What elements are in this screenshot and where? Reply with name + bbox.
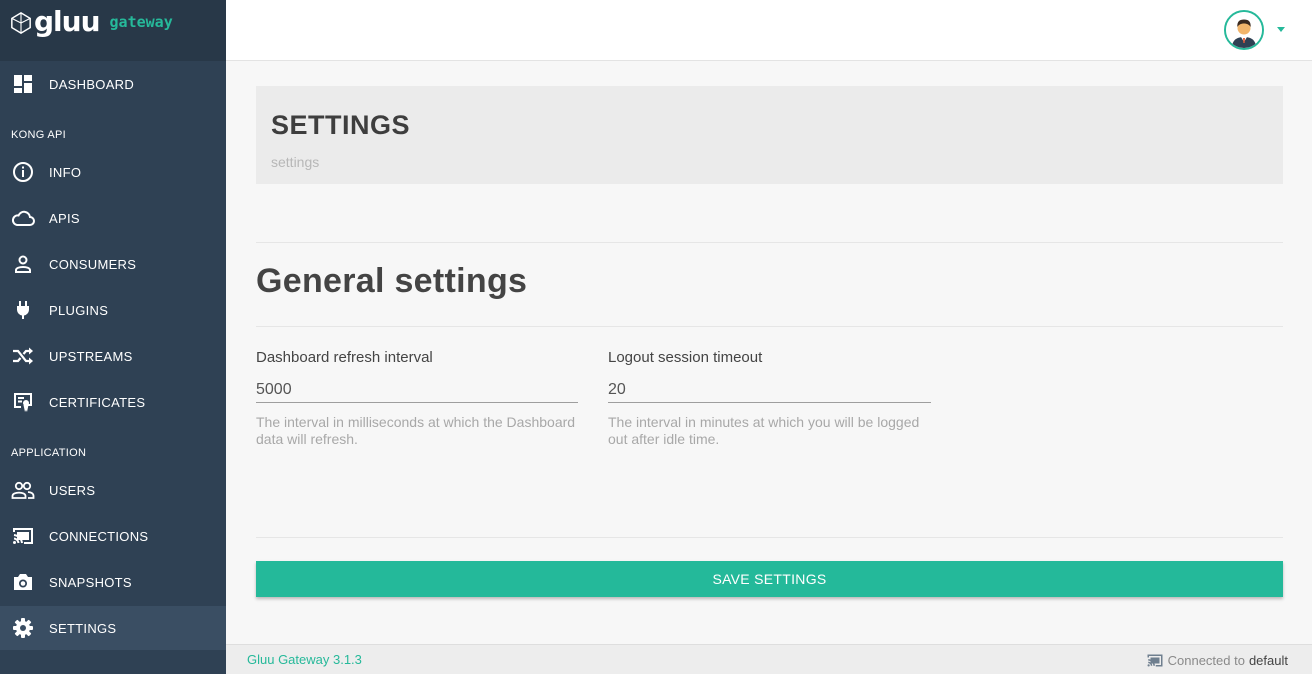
- refresh-interval-input[interactable]: [256, 377, 578, 403]
- shuffle-icon: [11, 344, 35, 368]
- sidebar-item-connections[interactable]: CONNECTIONS: [0, 514, 226, 558]
- refresh-interval-help: The interval in milliseconds at which th…: [256, 414, 576, 447]
- sidebar-item-label: USERS: [49, 482, 96, 498]
- sidebar-item-plugins[interactable]: PLUGINS: [0, 288, 226, 332]
- brand[interactable]: gluu gateway: [0, 0, 226, 61]
- divider: [256, 537, 1283, 538]
- topbar: [226, 0, 1312, 61]
- info-icon: [11, 160, 35, 184]
- sidebar-item-info[interactable]: INFO: [0, 150, 226, 194]
- sidebar-item-label: SETTINGS: [49, 620, 117, 636]
- version-label: Gluu Gateway 3.1.3: [247, 652, 362, 667]
- logout-timeout-help: The interval in minutes at which you wil…: [608, 414, 920, 447]
- refresh-interval-label: Dashboard refresh interval: [256, 349, 433, 366]
- sidebar-item-upstreams[interactable]: UPSTREAMS: [0, 334, 226, 378]
- avatar[interactable]: [1224, 10, 1264, 50]
- breadcrumb: settings: [271, 154, 320, 170]
- cast-icon: [11, 524, 35, 548]
- sidebar-item-label: CERTIFICATES: [49, 394, 146, 410]
- sidebar-item-label: CONNECTIONS: [49, 528, 149, 544]
- page-title: SETTINGS: [271, 110, 411, 140]
- sidebar-item-snapshots[interactable]: SNAPSHOTS: [0, 560, 226, 604]
- cloud-icon: [11, 206, 35, 230]
- sidebar-item-label: APIS: [49, 210, 80, 226]
- sidebar-item-users[interactable]: USERS: [0, 468, 226, 512]
- divider: [256, 242, 1283, 243]
- person-icon: [11, 252, 35, 276]
- sidebar-item-label: PLUGINS: [49, 302, 109, 318]
- user-avatar-icon: [1226, 12, 1262, 48]
- cast-icon: [1147, 654, 1163, 667]
- sidebar-item-label: DASHBOARD: [49, 76, 135, 92]
- sidebar-item-apis[interactable]: APIS: [0, 196, 226, 240]
- sidebar-item-label: SNAPSHOTS: [49, 574, 132, 590]
- section-title: General settings: [256, 262, 528, 300]
- brand-name: gluu: [34, 5, 101, 38]
- save-settings-button[interactable]: SAVE SETTINGS: [256, 561, 1283, 597]
- plug-icon: [11, 298, 35, 322]
- divider: [256, 326, 1283, 327]
- footer: Gluu Gateway 3.1.3 Connected to default: [226, 644, 1312, 674]
- connection-name[interactable]: default: [1249, 653, 1288, 668]
- gluu-logo-icon: [11, 12, 31, 34]
- connected-prefix: Connected to: [1167, 653, 1245, 668]
- dashboard-icon: [11, 72, 35, 96]
- sidebar: gluu gateway DASHBOARD KONG API INFO API…: [0, 0, 226, 674]
- camera-icon: [11, 570, 35, 594]
- sidebar-item-label: INFO: [49, 164, 82, 180]
- users-icon: [11, 478, 35, 502]
- section-kong-api: KONG API: [11, 129, 66, 141]
- certificate-icon: [11, 390, 35, 414]
- sidebar-item-label: CONSUMERS: [49, 256, 137, 272]
- page-header: SETTINGS settings: [256, 86, 1283, 184]
- sidebar-item-certificates[interactable]: CERTIFICATES: [0, 380, 226, 424]
- section-application: APPLICATION: [11, 447, 87, 459]
- connection-status: Connected to default: [1146, 653, 1288, 668]
- user-menu-caret-icon[interactable]: [1277, 27, 1285, 32]
- logout-timeout-label: Logout session timeout: [608, 349, 763, 366]
- sidebar-item-settings[interactable]: SETTINGS: [0, 606, 226, 650]
- sidebar-item-label: UPSTREAMS: [49, 348, 133, 364]
- brand-sub: gateway: [109, 13, 173, 31]
- gear-icon: [11, 616, 35, 640]
- sidebar-item-consumers[interactable]: CONSUMERS: [0, 242, 226, 286]
- sidebar-item-dashboard[interactable]: DASHBOARD: [0, 62, 226, 106]
- logout-timeout-input[interactable]: [608, 377, 931, 403]
